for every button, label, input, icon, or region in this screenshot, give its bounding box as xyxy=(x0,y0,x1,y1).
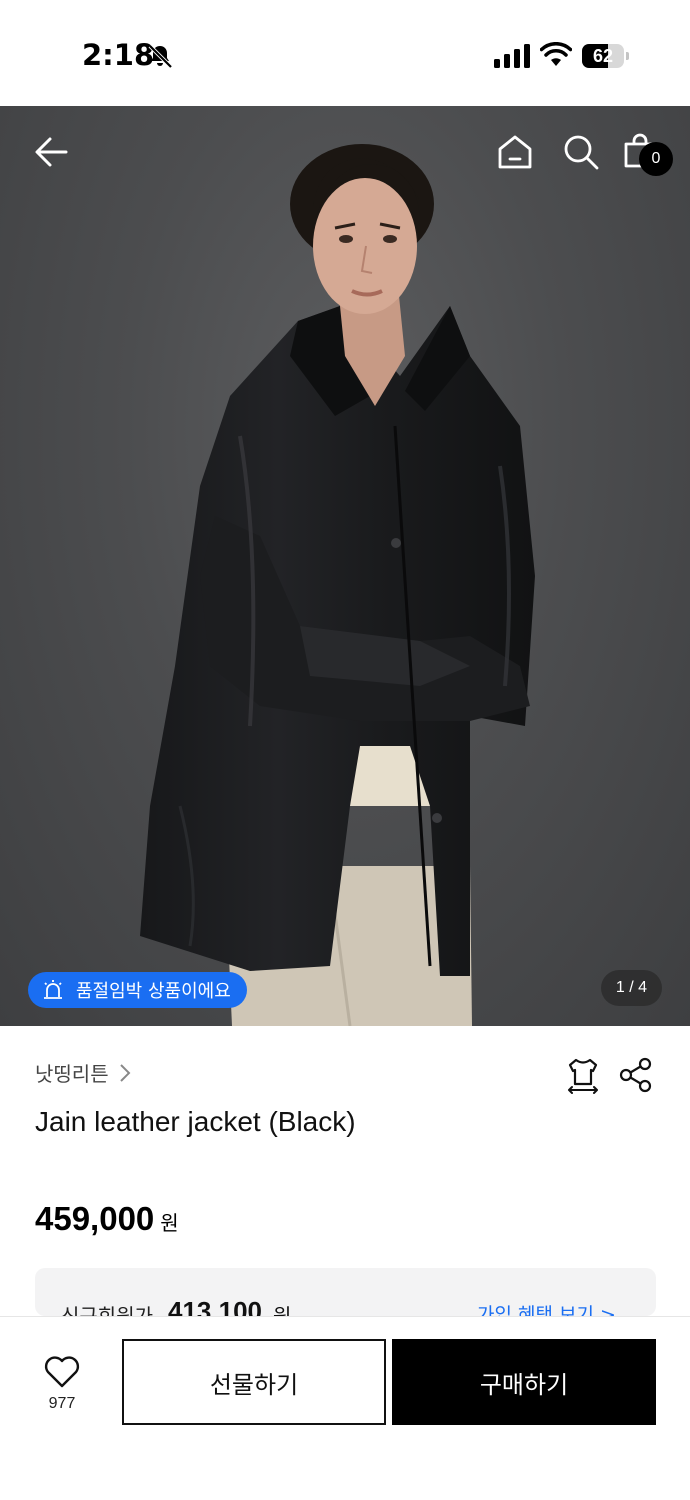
status-bar: 2:18 62 xyxy=(0,0,690,106)
search-icon[interactable] xyxy=(561,132,601,172)
member-price-label: 신규회원가 xyxy=(61,1304,153,1316)
image-page-indicator: 1 / 4 xyxy=(601,970,662,1006)
brand-link[interactable]: 낫띵리튼 xyxy=(35,1058,131,1087)
buy-button[interactable]: 구매하기 xyxy=(392,1339,656,1425)
chevron-right-icon xyxy=(119,1063,131,1082)
alarm-icon xyxy=(44,980,62,999)
status-time: 2:18 xyxy=(82,38,155,72)
heart-icon xyxy=(44,1356,80,1388)
product-title: Jain leather jacket (Black) xyxy=(35,1106,356,1137)
bottom-action-bar: 977 선물하기 구매하기 xyxy=(0,1316,690,1500)
shirt-fit-icon[interactable] xyxy=(564,1056,602,1094)
product-photo xyxy=(140,144,535,1026)
product-image-carousel[interactable]: 0 품절임박 상품이에요 1 / 4 xyxy=(0,106,690,1026)
soldout-badge-label: 품절임박 상품이에요 xyxy=(76,981,231,1002)
gift-button[interactable]: 선물하기 xyxy=(122,1339,386,1425)
cart-count-badge: 0 xyxy=(639,142,673,176)
battery-icon: 62 xyxy=(582,44,630,68)
signup-benefit-link[interactable]: 가입 혜택 보기 > xyxy=(477,1300,616,1316)
member-price-value: 413,100 xyxy=(168,1296,262,1316)
battery-percent: 62 xyxy=(592,46,614,66)
member-benefit-box: 신규회원가 413,100 원 가입 혜택 보기 > xyxy=(35,1268,656,1316)
soldout-soon-badge: 품절임박 상품이에요 xyxy=(28,972,247,1008)
brand-name: 낫띵리튼 xyxy=(35,1062,109,1086)
share-icon[interactable] xyxy=(618,1056,654,1094)
home-icon[interactable] xyxy=(495,132,535,172)
signal-icon xyxy=(494,44,530,68)
price-unit: 원 xyxy=(160,1211,179,1235)
back-arrow-icon[interactable] xyxy=(32,132,72,172)
wifi-icon xyxy=(540,42,572,66)
like-count: 977 xyxy=(48,1395,76,1412)
bell-off-icon xyxy=(148,44,173,69)
price-row: 459,000 원 xyxy=(35,1200,179,1238)
member-price-unit: 원 xyxy=(273,1304,292,1316)
price-value: 459,000 xyxy=(35,1200,155,1237)
